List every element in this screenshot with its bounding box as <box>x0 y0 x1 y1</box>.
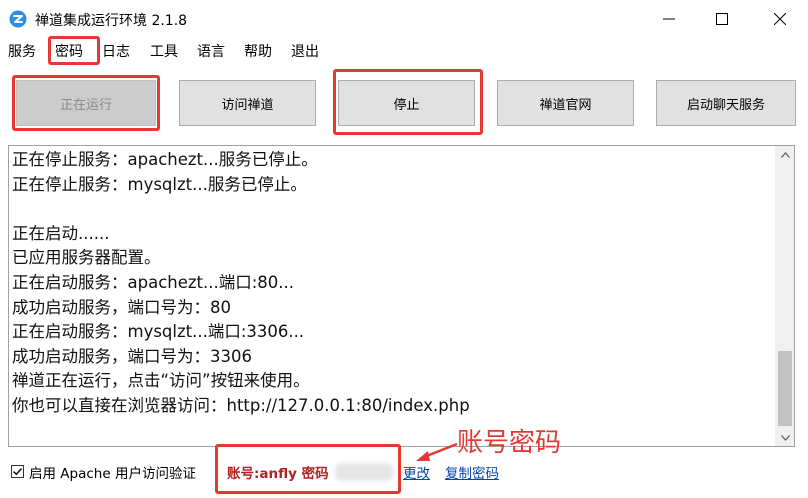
menu-help[interactable]: 帮助 <box>244 42 272 62</box>
start-chat-service-button[interactable]: 启动聊天服务 <box>656 80 796 126</box>
menu-tools[interactable]: 工具 <box>150 42 178 62</box>
app-logo-icon <box>9 10 27 28</box>
menu-password[interactable]: 密码 <box>55 42 83 62</box>
log-line: 正在启动...... <box>12 223 110 243</box>
stop-button[interactable]: 停止 <box>338 80 475 126</box>
log-output[interactable]: 正在停止服务：apachezt...服务已停止。 正在停止服务：mysqlzt.… <box>8 145 795 447</box>
log-line: 成功启动服务，端口号为：80 <box>12 297 231 317</box>
scroll-thumb[interactable] <box>778 351 792 426</box>
visit-zentao-button[interactable]: 访问禅道 <box>179 80 316 126</box>
annotation-label: 账号密码 <box>457 428 562 458</box>
zentao-website-button[interactable]: 禅道官网 <box>497 80 634 126</box>
log-line: 成功启动服务，端口号为：3306 <box>12 346 252 366</box>
log-scrollbar[interactable] <box>775 146 794 446</box>
account-password-label: 账号:anfly 密码 <box>227 466 329 482</box>
scroll-up-button[interactable] <box>776 146 794 163</box>
apache-auth-label: 启用 Apache 用户访问验证 <box>29 466 196 482</box>
maximize-button[interactable] <box>699 0 745 38</box>
minimize-button[interactable] <box>646 0 692 38</box>
log-line: 正在启动服务：mysqlzt...端口:3306... <box>12 322 305 342</box>
log-line: 正在启动服务：apachezt...端口:80... <box>12 272 295 292</box>
log-line: 正在停止服务：apachezt...服务已停止。 <box>12 150 318 169</box>
log-line: 已应用服务器配置。 <box>12 248 161 268</box>
window-title: 禅道集成运行环境 2.1.8 <box>35 13 188 29</box>
annotation-arrow-icon <box>416 442 458 461</box>
close-icon <box>774 13 786 25</box>
log-line: 你也可以直接在浏览器访问：http://127.0.0.1:80/index.p… <box>12 395 470 415</box>
maximize-icon <box>716 13 728 25</box>
menu-log[interactable]: 日志 <box>102 42 130 62</box>
log-line: 禅道正在运行，点击“访问”按钮来使用。 <box>12 371 310 391</box>
scroll-down-button[interactable] <box>776 429 794 446</box>
menu-language[interactable]: 语言 <box>197 42 225 62</box>
menu-service[interactable]: 服务 <box>8 42 36 62</box>
menu-exit[interactable]: 退出 <box>291 42 319 62</box>
close-button[interactable] <box>757 0 803 38</box>
minimize-icon <box>663 18 675 20</box>
password-redacted <box>335 463 393 481</box>
apache-auth-checkbox[interactable] <box>11 465 24 478</box>
log-line: 正在停止服务：mysqlzt...服务已停止。 <box>12 174 307 194</box>
title-bar: 禅道集成运行环境 2.1.8 <box>0 0 808 38</box>
checkmark-icon <box>12 467 23 476</box>
chevron-down-icon <box>780 434 790 441</box>
running-button[interactable]: 正在运行 <box>16 80 156 126</box>
chevron-up-icon <box>780 151 790 158</box>
